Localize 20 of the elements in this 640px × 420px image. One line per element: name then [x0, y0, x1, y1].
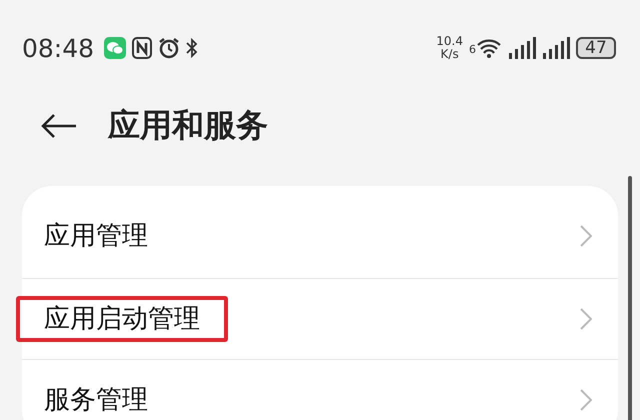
signal-icon [542, 37, 570, 59]
back-arrow-icon[interactable] [40, 113, 78, 139]
menu-item-label[interactable]: 服务管理 [44, 385, 148, 415]
network-speed-unit: K/s [440, 48, 459, 61]
status-time: 08:48 [22, 34, 94, 62]
page-title: 应用和服务 [108, 105, 268, 146]
chevron-right-icon [580, 225, 592, 247]
alarm-icon [158, 37, 180, 59]
battery-level: 47 [576, 37, 616, 59]
bluetooth-icon [186, 38, 198, 58]
chevron-right-icon [580, 389, 592, 411]
wifi-icon [476, 38, 502, 58]
menu-item-label[interactable]: 应用启动管理 [44, 304, 200, 334]
chevron-right-icon [580, 308, 592, 330]
chat-app-icon [104, 37, 126, 59]
wifi-standard: 6 [469, 43, 476, 56]
network-speed: 10.4 [436, 35, 463, 48]
signal-icon [508, 37, 536, 59]
menu-item-label[interactable]: 应用管理 [44, 221, 148, 251]
nfc-icon [132, 37, 152, 59]
